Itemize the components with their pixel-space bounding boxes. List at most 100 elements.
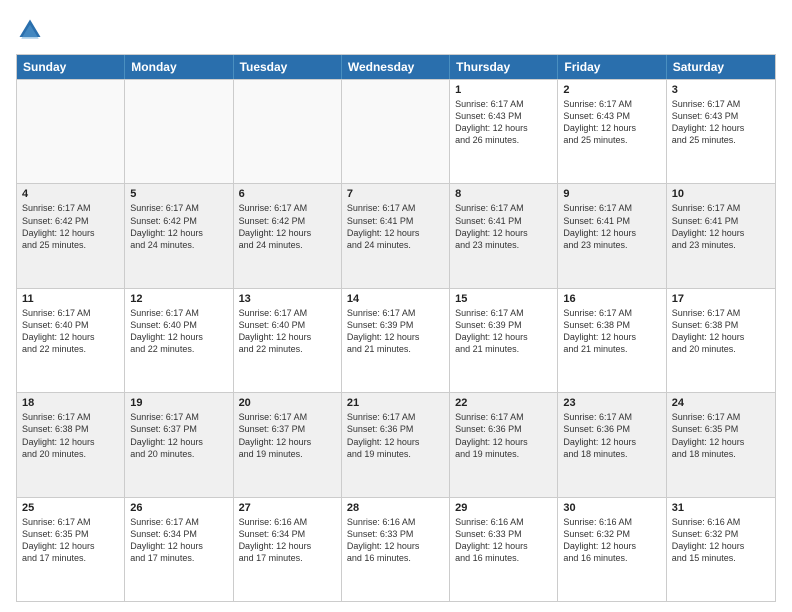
day-info: Sunrise: 6:17 AM Sunset: 6:38 PM Dayligh… [22, 411, 119, 460]
day-info: Sunrise: 6:17 AM Sunset: 6:37 PM Dayligh… [239, 411, 336, 460]
day-number: 27 [239, 502, 336, 514]
day-number: 10 [672, 188, 770, 200]
day-number: 5 [130, 188, 227, 200]
day-header-friday: Friday [558, 55, 666, 79]
day-number: 3 [672, 84, 770, 96]
day-number: 19 [130, 397, 227, 409]
day-cell-19: 19Sunrise: 6:17 AM Sunset: 6:37 PM Dayli… [125, 393, 233, 496]
day-number: 16 [563, 293, 660, 305]
day-number: 6 [239, 188, 336, 200]
day-number: 17 [672, 293, 770, 305]
day-number: 11 [22, 293, 119, 305]
day-header-wednesday: Wednesday [342, 55, 450, 79]
day-number: 18 [22, 397, 119, 409]
day-number: 21 [347, 397, 444, 409]
empty-cell [234, 80, 342, 183]
day-info: Sunrise: 6:17 AM Sunset: 6:41 PM Dayligh… [347, 202, 444, 251]
day-info: Sunrise: 6:17 AM Sunset: 6:43 PM Dayligh… [455, 98, 552, 147]
day-cell-25: 25Sunrise: 6:17 AM Sunset: 6:35 PM Dayli… [17, 498, 125, 601]
day-number: 13 [239, 293, 336, 305]
day-header-saturday: Saturday [667, 55, 775, 79]
day-info: Sunrise: 6:17 AM Sunset: 6:43 PM Dayligh… [672, 98, 770, 147]
day-info: Sunrise: 6:16 AM Sunset: 6:33 PM Dayligh… [347, 516, 444, 565]
day-number: 23 [563, 397, 660, 409]
day-cell-6: 6 Sunrise: 6:17 AM Sunset: 6:42 PM Daylig… [234, 184, 342, 287]
week-row-2: 4 Sunrise: 6:17 AM Sunset: 6:42 PM Daylig… [17, 183, 775, 287]
day-cell-2: 2 Sunrise: 6:17 AM Sunset: 6:43 PM Daylig… [558, 80, 666, 183]
page: SundayMondayTuesdayWednesdayThursdayFrid… [0, 0, 792, 612]
day-cell-5: 5Sunrise: 6:17 AM Sunset: 6:42 PM Daylig… [125, 184, 233, 287]
day-info: Sunrise: 6:17 AM Sunset: 6:40 PM Dayligh… [130, 307, 227, 356]
day-number: 9 [563, 188, 660, 200]
week-row-4: 18 Sunrise: 6:17 AM Sunset: 6:38 PM Dayli… [17, 392, 775, 496]
day-info: Sunrise: 6:17 AM Sunset: 6:41 PM Dayligh… [455, 202, 552, 251]
day-headers: SundayMondayTuesdayWednesdayThursdayFrid… [17, 55, 775, 79]
day-info: Sunrise: 6:17 AM Sunset: 6:36 PM Dayligh… [455, 411, 552, 460]
day-cell-1: 1 Sunrise: 6:17 AM Sunset: 6:43 PM Daylig… [450, 80, 558, 183]
day-cell-20: 20 Sunrise: 6:17 AM Sunset: 6:37 PM Dayli… [234, 393, 342, 496]
day-number: 30 [563, 502, 660, 514]
empty-cell [17, 80, 125, 183]
day-cell-22: 22 Sunrise: 6:17 AM Sunset: 6:36 PM Dayli… [450, 393, 558, 496]
day-cell-18: 18 Sunrise: 6:17 AM Sunset: 6:38 PM Dayli… [17, 393, 125, 496]
day-cell-14: 14Sunrise: 6:17 AM Sunset: 6:39 PM Dayli… [342, 289, 450, 392]
day-cell-23: 23 Sunrise: 6:17 AM Sunset: 6:36 PM Dayli… [558, 393, 666, 496]
day-info: Sunrise: 6:17 AM Sunset: 6:41 PM Dayligh… [672, 202, 770, 251]
day-number: 4 [22, 188, 119, 200]
day-number: 2 [563, 84, 660, 96]
day-cell-16: 16Sunrise: 6:17 AM Sunset: 6:38 PM Dayli… [558, 289, 666, 392]
day-cell-12: 12 Sunrise: 6:17 AM Sunset: 6:40 PM Dayli… [125, 289, 233, 392]
day-cell-7: 7Sunrise: 6:17 AM Sunset: 6:41 PM Daylig… [342, 184, 450, 287]
day-header-thursday: Thursday [450, 55, 558, 79]
day-number: 15 [455, 293, 552, 305]
day-number: 12 [130, 293, 227, 305]
day-cell-11: 11 Sunrise: 6:17 AM Sunset: 6:40 PM Dayli… [17, 289, 125, 392]
logo-icon [16, 16, 44, 44]
day-info: Sunrise: 6:17 AM Sunset: 6:39 PM Dayligh… [347, 307, 444, 356]
day-number: 26 [130, 502, 227, 514]
day-header-sunday: Sunday [17, 55, 125, 79]
day-info: Sunrise: 6:17 AM Sunset: 6:40 PM Dayligh… [22, 307, 119, 356]
day-number: 20 [239, 397, 336, 409]
day-info: Sunrise: 6:17 AM Sunset: 6:34 PM Dayligh… [130, 516, 227, 565]
day-cell-4: 4Sunrise: 6:17 AM Sunset: 6:42 PM Daylig… [17, 184, 125, 287]
day-info: Sunrise: 6:17 AM Sunset: 6:35 PM Dayligh… [22, 516, 119, 565]
day-cell-31: 31 Sunrise: 6:16 AM Sunset: 6:32 PM Dayli… [667, 498, 775, 601]
day-number: 22 [455, 397, 552, 409]
day-info: Sunrise: 6:17 AM Sunset: 6:41 PM Dayligh… [563, 202, 660, 251]
week-row-1: 1 Sunrise: 6:17 AM Sunset: 6:43 PM Daylig… [17, 79, 775, 183]
day-cell-28: 28 Sunrise: 6:16 AM Sunset: 6:33 PM Dayli… [342, 498, 450, 601]
day-info: Sunrise: 6:16 AM Sunset: 6:32 PM Dayligh… [672, 516, 770, 565]
week-row-3: 11 Sunrise: 6:17 AM Sunset: 6:40 PM Dayli… [17, 288, 775, 392]
week-row-5: 25Sunrise: 6:17 AM Sunset: 6:35 PM Dayli… [17, 497, 775, 601]
day-cell-10: 10 Sunrise: 6:17 AM Sunset: 6:41 PM Dayli… [667, 184, 775, 287]
day-info: Sunrise: 6:17 AM Sunset: 6:39 PM Dayligh… [455, 307, 552, 356]
calendar-body: 1 Sunrise: 6:17 AM Sunset: 6:43 PM Daylig… [17, 79, 775, 601]
day-header-monday: Monday [125, 55, 233, 79]
day-number: 8 [455, 188, 552, 200]
day-cell-8: 8 Sunrise: 6:17 AM Sunset: 6:41 PM Daylig… [450, 184, 558, 287]
empty-cell [125, 80, 233, 183]
calendar: SundayMondayTuesdayWednesdayThursdayFrid… [16, 54, 776, 602]
day-cell-26: 26 Sunrise: 6:17 AM Sunset: 6:34 PM Dayli… [125, 498, 233, 601]
day-number: 1 [455, 84, 552, 96]
day-cell-13: 13 Sunrise: 6:17 AM Sunset: 6:40 PM Dayli… [234, 289, 342, 392]
day-info: Sunrise: 6:17 AM Sunset: 6:36 PM Dayligh… [347, 411, 444, 460]
day-number: 24 [672, 397, 770, 409]
day-info: Sunrise: 6:17 AM Sunset: 6:35 PM Dayligh… [672, 411, 770, 460]
day-info: Sunrise: 6:16 AM Sunset: 6:33 PM Dayligh… [455, 516, 552, 565]
day-cell-29: 29 Sunrise: 6:16 AM Sunset: 6:33 PM Dayli… [450, 498, 558, 601]
day-info: Sunrise: 6:17 AM Sunset: 6:38 PM Dayligh… [672, 307, 770, 356]
day-info: Sunrise: 6:17 AM Sunset: 6:42 PM Dayligh… [239, 202, 336, 251]
day-info: Sunrise: 6:17 AM Sunset: 6:40 PM Dayligh… [239, 307, 336, 356]
header [16, 16, 776, 44]
day-number: 29 [455, 502, 552, 514]
day-number: 31 [672, 502, 770, 514]
day-cell-17: 17 Sunrise: 6:17 AM Sunset: 6:38 PM Dayli… [667, 289, 775, 392]
day-cell-24: 24 Sunrise: 6:17 AM Sunset: 6:35 PM Dayli… [667, 393, 775, 496]
day-cell-15: 15 Sunrise: 6:17 AM Sunset: 6:39 PM Dayli… [450, 289, 558, 392]
day-info: Sunrise: 6:17 AM Sunset: 6:36 PM Dayligh… [563, 411, 660, 460]
day-number: 28 [347, 502, 444, 514]
day-header-tuesday: Tuesday [234, 55, 342, 79]
day-info: Sunrise: 6:17 AM Sunset: 6:43 PM Dayligh… [563, 98, 660, 147]
